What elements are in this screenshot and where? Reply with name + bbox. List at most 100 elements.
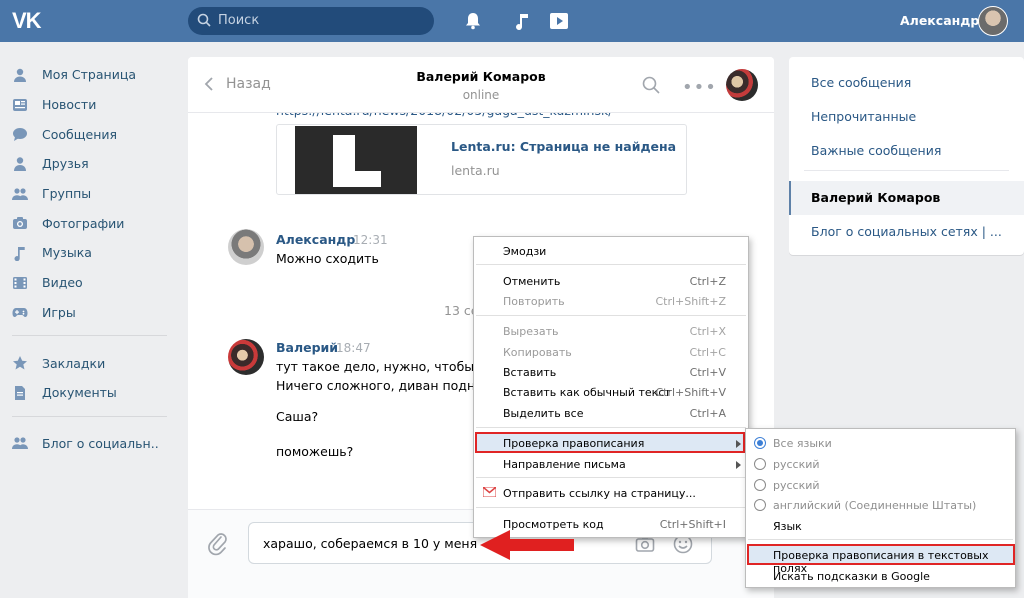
more-icon[interactable]: ••• [682, 77, 717, 98]
nav-group-blog[interactable]: Блог о социальн.. [12, 429, 172, 459]
menu-divider [476, 477, 746, 478]
menu-paste-plain[interactable]: Вставить как обычный текст [503, 386, 671, 399]
message-author[interactable]: Валерий [276, 340, 338, 355]
radio-english-us[interactable] [754, 499, 766, 511]
nav-bookmarks[interactable]: Закладки [12, 348, 172, 378]
menu-divider [476, 427, 746, 428]
nav-divider [12, 415, 167, 417]
message-avatar[interactable] [228, 229, 264, 265]
radio-russian-2[interactable] [754, 479, 766, 491]
lang-english-us[interactable]: английский (Соединенные Штаты) [773, 499, 976, 512]
nav-groups[interactable]: Группы [12, 179, 172, 209]
menu-cut[interactable]: Вырезать [503, 325, 558, 338]
lang-russian-2[interactable]: русский [773, 479, 820, 492]
filter-important[interactable]: Важные сообщения [811, 143, 941, 158]
left-nav: Моя Страница Новости Сообщения Друзья Гр… [12, 60, 172, 458]
message-author[interactable]: Александр [276, 232, 355, 247]
user-avatar[interactable] [978, 6, 1008, 36]
menu-select-all-shortcut: Ctrl+A [689, 407, 726, 420]
menu-divider [476, 264, 746, 265]
nav-photos[interactable]: Фотографии [12, 208, 172, 238]
menu-writing-direction[interactable]: Направление письма [503, 458, 626, 471]
top-bar: VK Поиск Александр [0, 0, 1024, 42]
paperclip-icon[interactable] [206, 530, 228, 556]
menu-redo-shortcut: Ctrl+Shift+Z [655, 295, 726, 308]
lang-all[interactable]: Все языки [773, 437, 832, 450]
music-note-icon[interactable] [512, 10, 534, 32]
dialog-valeriy[interactable]: Валерий Комаров [811, 190, 940, 205]
menu-redo[interactable]: Повторить [503, 295, 565, 308]
menu-divider [476, 315, 746, 316]
home-icon [12, 67, 28, 83]
message-text: Ничего сложного, диван подня [276, 378, 483, 393]
submenu-arrow-icon [736, 440, 741, 448]
message-time: 18:47 [336, 341, 371, 355]
radio-all-langs[interactable] [754, 437, 766, 449]
search-icon [197, 13, 211, 27]
music-icon [12, 245, 28, 262]
link-thumbnail [295, 126, 417, 194]
link-domain: lenta.ru [451, 163, 500, 178]
user-name[interactable]: Александр [900, 13, 979, 28]
nav-documents[interactable]: Документы [12, 378, 172, 408]
menu-emoji[interactable]: Эмодзи [503, 245, 546, 258]
menu-send-link[interactable]: Отправить ссылку на страницу... [503, 487, 696, 500]
menu-divider [476, 507, 746, 508]
filter-all-messages[interactable]: Все сообщения [811, 75, 911, 90]
menu-select-all[interactable]: Выделить все [503, 407, 583, 420]
gamepad-icon [12, 304, 28, 320]
menu-undo-shortcut: Ctrl+Z [689, 275, 726, 288]
dialog-blog[interactable]: Блог о социальных сетях | ... [811, 224, 1002, 239]
video-icon [12, 275, 28, 291]
menu-undo[interactable]: Отменить [503, 275, 560, 288]
submenu-arrow-icon [736, 461, 741, 469]
menu-cut-shortcut: Ctrl+X [689, 325, 726, 338]
menu-paste[interactable]: Вставить [503, 366, 556, 379]
nav-video[interactable]: Видео [12, 268, 172, 298]
camera-icon [12, 215, 28, 231]
menu-spellcheck[interactable]: Проверка правописания [503, 437, 644, 450]
friends-icon [12, 156, 28, 172]
groups-icon [12, 186, 28, 202]
play-icon[interactable] [548, 10, 570, 32]
message-text: поможешь? [276, 444, 354, 459]
menu-view-source-shortcut: Ctrl+Shift+I [659, 518, 726, 531]
search-icon[interactable] [642, 76, 660, 94]
nav-music[interactable]: Музыка [12, 238, 172, 268]
filter-unread[interactable]: Непрочитанные [811, 109, 916, 124]
group-icon [12, 435, 28, 451]
nav-my-page[interactable]: Моя Страница [12, 60, 172, 90]
menu-paste-plain-shortcut: Ctrl+Shift+V [655, 386, 726, 399]
menu-language[interactable]: Язык [773, 520, 802, 533]
message-avatar[interactable] [228, 339, 264, 375]
vk-logo[interactable]: VK [12, 8, 48, 34]
dialogs-filter-panel: Все сообщения Непрочитанные Важные сообщ… [789, 57, 1024, 255]
menu-google-hints[interactable]: Искать подсказки в Google [773, 570, 930, 583]
nav-divider [12, 335, 167, 337]
menu-paste-shortcut: Ctrl+V [689, 366, 726, 379]
menu-divider [748, 539, 1013, 540]
search-placeholder: Поиск [218, 13, 260, 28]
star-icon [12, 355, 28, 371]
nav-news[interactable]: Новости [12, 90, 172, 120]
spellcheck-submenu: Все языки русский русский английский (Со… [745, 428, 1016, 588]
document-icon [12, 385, 28, 401]
news-icon [12, 97, 28, 113]
menu-copy-shortcut: Ctrl+C [689, 346, 726, 359]
lang-russian-1[interactable]: русский [773, 458, 820, 471]
search-field[interactable]: Поиск [188, 7, 434, 35]
nav-friends[interactable]: Друзья [12, 149, 172, 179]
menu-copy[interactable]: Копировать [503, 346, 572, 359]
message-text: тут такое дело, нужно, чтобы т [276, 359, 486, 374]
peer-avatar[interactable] [726, 69, 758, 101]
nav-messages[interactable]: Сообщения [12, 119, 172, 149]
chat-header: Назад Валерий Комаров online ••• [188, 57, 774, 113]
nav-games[interactable]: Игры [12, 298, 172, 328]
message-time: 12:31 [353, 233, 388, 247]
link-preview-card[interactable]: Lenta.ru: Страница не найдена lenta.ru [276, 124, 687, 195]
messages-icon [12, 126, 28, 142]
radio-russian-1[interactable] [754, 458, 766, 470]
message-input-text: харашо, собераемся в 10 у меня [263, 536, 478, 551]
bell-icon[interactable] [462, 10, 484, 32]
link-title[interactable]: Lenta.ru: Страница не найдена [451, 139, 676, 154]
